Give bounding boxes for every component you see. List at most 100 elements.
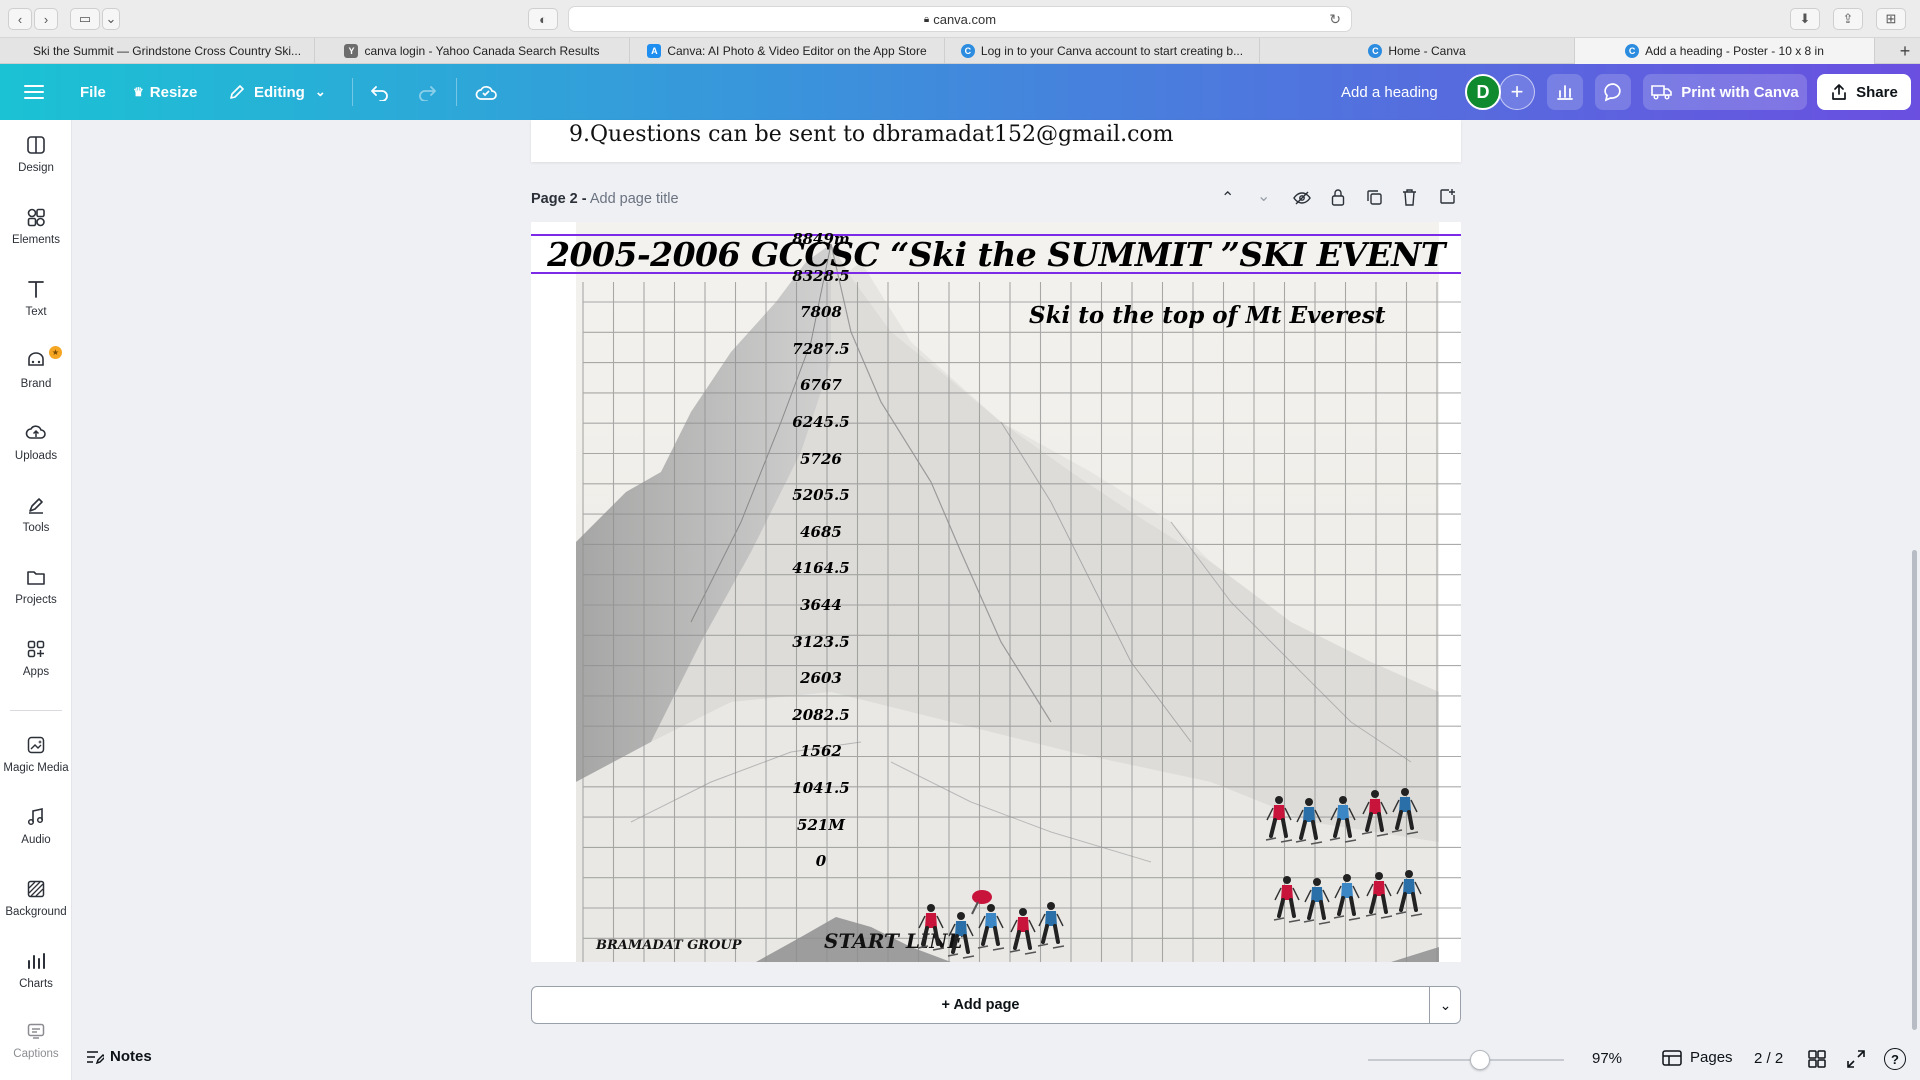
duplicate-page-icon[interactable] (1366, 189, 1383, 211)
share-button[interactable]: Share (1817, 74, 1911, 110)
print-with-canva-button[interactable]: Print with Canva (1643, 74, 1807, 110)
undo-icon[interactable] (370, 64, 390, 120)
avatar[interactable]: D (1465, 74, 1501, 110)
skier-figure[interactable] (1363, 870, 1393, 926)
browser-tab[interactable]: C Log in to your Canva account to start c… (945, 38, 1260, 64)
browser-tab[interactable]: Ycanva login - Yahoo Canada Search Resul… (315, 38, 630, 64)
group-label[interactable]: BRAMADAT GROUP (596, 938, 742, 953)
chevron-down-icon[interactable]: ⌄ (102, 8, 120, 30)
skier-figure[interactable] (945, 910, 975, 962)
skier-figure[interactable] (1393, 868, 1423, 924)
scrollbar-thumb[interactable] (1912, 550, 1917, 1030)
shield-icon[interactable]: ◐ (528, 8, 558, 30)
lock-page-icon[interactable] (1331, 188, 1345, 211)
tab-overview-icon[interactable]: ⊞ (1876, 8, 1906, 30)
elevation-label[interactable]: 2603 (766, 669, 876, 687)
poster-subtitle[interactable]: Ski to the top of Mt Everest (1029, 302, 1386, 329)
skier-figure[interactable] (1389, 786, 1419, 842)
sidebar-item-magic-media[interactable]: Magic Media (0, 724, 72, 784)
browser-tab[interactable]: A Canva: AI Photo & Video Editor on the A… (630, 38, 945, 64)
add-page-button[interactable]: + Add page ⌄ (531, 986, 1461, 1024)
downloads-icon[interactable]: ⬇ (1790, 8, 1820, 30)
resize-button[interactable]: ♛ Resize (133, 64, 197, 120)
fullscreen-icon[interactable] (1847, 1050, 1865, 1073)
zoom-slider[interactable] (1368, 1050, 1564, 1070)
redo-icon[interactable] (417, 64, 437, 120)
add-page-icon[interactable] (1439, 188, 1456, 210)
notes-button[interactable]: Notes (86, 1048, 152, 1065)
sidebar-item-tools[interactable]: Tools (0, 484, 72, 544)
elevation-label[interactable]: 5205.5 (766, 486, 876, 504)
cloud-saved-icon[interactable] (474, 64, 498, 120)
browser-tab-active[interactable]: C Add a heading - Poster - 10 x 8 in (1575, 38, 1875, 64)
elevation-label[interactable]: 1562 (766, 742, 876, 760)
poster-page[interactable]: 2005-2006 GCCSC “Ski the SUMMIT ”SKI EVE… (531, 222, 1461, 962)
skier-figure[interactable] (915, 902, 945, 958)
document-title[interactable]: Add a heading (1341, 64, 1438, 120)
hide-page-icon[interactable] (1293, 190, 1311, 211)
elevation-label[interactable]: 6245.5 (766, 413, 876, 431)
sidebar-item-elements[interactable]: Elements (0, 196, 72, 256)
pages-button[interactable]: Pages (1662, 1049, 1733, 1066)
forward-icon[interactable]: › (34, 8, 58, 30)
sidebar-item-brand[interactable]: ★ Brand (0, 340, 72, 400)
elevation-label[interactable]: 7808 (766, 303, 876, 321)
skier-figure[interactable] (1293, 796, 1323, 852)
sidebar-item-audio[interactable]: Audio (0, 796, 72, 856)
elevation-label[interactable]: 4685 (766, 523, 876, 541)
sidebar-item-text[interactable]: Text (0, 268, 72, 328)
grid-view-icon[interactable] (1808, 1050, 1826, 1073)
sidebar-item-uploads[interactable]: Uploads (0, 412, 72, 472)
skier-figure[interactable] (1359, 788, 1389, 844)
sidebar-item-design[interactable]: Design (0, 124, 72, 184)
invite-plus-icon[interactable]: + (1499, 74, 1535, 110)
elevation-label[interactable]: 2082.5 (766, 706, 876, 724)
sidebar-item-background[interactable]: Background (0, 868, 72, 928)
skier-figure[interactable] (1327, 794, 1357, 850)
sidebar-item-captions[interactable]: Captions (0, 1010, 72, 1070)
elevation-label[interactable]: 3123.5 (766, 633, 876, 651)
browser-tab[interactable]: Ski the Summit — Grindstone Cross Countr… (0, 38, 315, 64)
elevation-label[interactable]: 4164.5 (766, 559, 876, 577)
delete-page-icon[interactable] (1402, 188, 1417, 211)
elevation-label[interactable]: 7287.5 (766, 340, 876, 358)
elevation-label[interactable]: 8849m (766, 230, 876, 248)
comment-icon[interactable] (1595, 74, 1631, 110)
editing-mode-button[interactable]: Editing ⌄ (228, 64, 326, 120)
skier-figure[interactable] (1035, 900, 1065, 956)
poster-heading[interactable]: 2005-2006 GCCSC “Ski the SUMMIT ”SKI EVE… (531, 234, 1461, 274)
elevation-label[interactable]: 5726 (766, 450, 876, 468)
elevation-label[interactable]: 6767 (766, 376, 876, 394)
skier-figure[interactable] (1007, 906, 1037, 962)
sidebar-item-apps[interactable]: Apps (0, 628, 72, 688)
elevation-label[interactable]: 0 (766, 852, 876, 870)
skier-figure[interactable] (1331, 872, 1361, 928)
sidebar-item-charts[interactable]: Charts (0, 940, 72, 1000)
skier-figure[interactable] (1263, 794, 1293, 850)
sidebar-toggle-icon[interactable]: ▭ (70, 8, 100, 30)
elevation-label[interactable]: 521M (766, 816, 876, 834)
elevation-label[interactable]: 8328.5 (766, 267, 876, 285)
page-1-text[interactable]: 9.Questions can be sent to dbramadat152@… (569, 122, 1174, 147)
browser-tab[interactable]: C Home - Canva (1260, 38, 1575, 64)
help-icon[interactable]: ? (1884, 1048, 1906, 1070)
skier-figure[interactable] (1271, 874, 1301, 930)
menu-icon[interactable] (24, 64, 44, 120)
zoom-level[interactable]: 97% (1592, 1050, 1622, 1067)
address-bar[interactable]: 🔒︎ canva.com ↻ (568, 6, 1352, 32)
elevation-label[interactable]: 1041.5 (766, 779, 876, 797)
file-menu-button[interactable]: File (80, 64, 106, 120)
back-icon[interactable]: ‹ (8, 8, 32, 30)
elevation-label[interactable]: 3644 (766, 596, 876, 614)
sidebar-item-projects[interactable]: Projects (0, 556, 72, 616)
page-down-icon[interactable]: ⌄ (1257, 186, 1270, 206)
skier-figure[interactable] (975, 902, 1005, 958)
new-tab-button[interactable]: + (1890, 38, 1920, 64)
reload-icon[interactable]: ↻ (1329, 11, 1341, 28)
skier-figure[interactable] (1301, 876, 1331, 932)
chevron-down-icon[interactable]: ⌄ (1430, 987, 1461, 1023)
page-up-icon[interactable]: ⌃ (1221, 188, 1234, 208)
page-title-input[interactable]: Add page title (590, 191, 679, 207)
zoom-slider-thumb[interactable] (1469, 1050, 1490, 1070)
share-sheet-icon[interactable]: ⇪ (1833, 8, 1863, 30)
